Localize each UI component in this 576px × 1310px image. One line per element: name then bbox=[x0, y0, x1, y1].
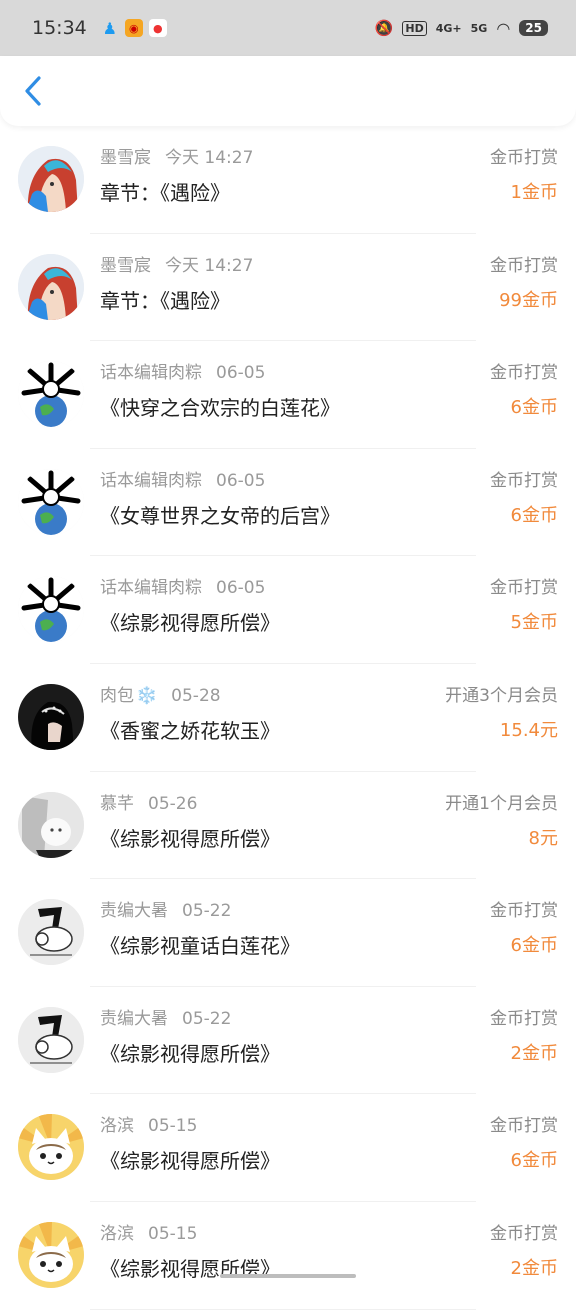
user-name: 责编大暑 bbox=[100, 901, 168, 922]
signal-4g-icon: 4G+ bbox=[435, 21, 462, 35]
avatar[interactable] bbox=[18, 361, 84, 428]
mute-bell-icon: 🔕 bbox=[374, 19, 394, 37]
snowflake-icon: ❄️ bbox=[136, 685, 158, 706]
list-item[interactable]: 肉包 ❄️ 05-28 《香蜜之娇花软玉》 开通3个月会员 15.4元 bbox=[0, 664, 576, 772]
list-item[interactable]: 话本编辑肉粽 06-05 《综影视得愿所偿》 金币打赏 5金币 bbox=[0, 556, 576, 664]
avatar[interactable] bbox=[18, 1114, 84, 1181]
user-name: 肉包 bbox=[100, 685, 134, 706]
avatar[interactable] bbox=[18, 791, 84, 858]
reward-time: 06-05 bbox=[216, 578, 266, 599]
status-time: 15:34 bbox=[32, 17, 87, 39]
avatar[interactable] bbox=[18, 1006, 84, 1073]
reward-type: 金币打赏 bbox=[490, 470, 558, 491]
reward-amount: 6金币 bbox=[510, 1150, 558, 1172]
reward-type: 金币打赏 bbox=[490, 363, 558, 384]
reward-time: 今天 14:27 bbox=[165, 148, 254, 168]
list-item[interactable]: 责编大暑 05-22 《综影视得愿所偿》 金币打赏 2金币 bbox=[0, 987, 576, 1095]
list-item[interactable]: 话本编辑肉粽 06-05 《女尊世界之女帝的后宫》 金币打赏 6金币 bbox=[0, 449, 576, 557]
reward-type: 开通3个月会员 bbox=[445, 685, 558, 706]
reward-amount: 6金币 bbox=[510, 504, 558, 526]
reward-time: 05-22 bbox=[182, 1008, 232, 1029]
avatar[interactable] bbox=[18, 146, 84, 212]
reward-amount: 2金币 bbox=[510, 1042, 558, 1064]
avatar[interactable] bbox=[18, 683, 84, 750]
reward-amount: 5金币 bbox=[510, 612, 558, 634]
top-bar bbox=[0, 56, 576, 126]
user-name: 墨雪宸 bbox=[100, 148, 151, 168]
list-item[interactable]: 墨雪宸 今天 14:27 章节：《遇险》 金币打赏 99金币 bbox=[0, 234, 576, 342]
user-name: 话本编辑肉粽 bbox=[100, 470, 202, 491]
hd-icon: HD bbox=[402, 20, 427, 36]
reward-amount: 15.4元 bbox=[499, 719, 558, 741]
reward-time: 05-28 bbox=[171, 685, 221, 706]
reward-content: 《女尊世界之女帝的后宫》 bbox=[100, 503, 340, 528]
reward-time: 05-15 bbox=[148, 1223, 198, 1244]
status-bar: 15:34 ♟ ◉ ● 🔕 HD 4G+ 5G ◠ 25 bbox=[0, 0, 576, 56]
reward-type: 金币打赏 bbox=[490, 1008, 558, 1029]
reward-content: 《综影视童话白莲花》 bbox=[100, 934, 300, 959]
chevron-left-icon bbox=[25, 76, 41, 106]
reward-time: 06-05 bbox=[216, 363, 266, 384]
reward-list: 墨雪宸 今天 14:27 章节：《遇险》 金币打赏 1金币 墨雪宸 今天 14:27… bbox=[0, 126, 576, 1310]
reward-time: 05-15 bbox=[148, 1116, 198, 1137]
reward-type: 金币打赏 bbox=[490, 148, 558, 168]
avatar[interactable] bbox=[18, 899, 84, 966]
weibo-icon: ◉ bbox=[124, 19, 143, 37]
user-name: 墨雪宸 bbox=[100, 255, 151, 276]
reward-type: 金币打赏 bbox=[490, 578, 558, 599]
reward-time: 05-26 bbox=[148, 793, 198, 814]
list-item[interactable]: 墨雪宸 今天 14:27 章节：《遇险》 金币打赏 1金币 bbox=[0, 126, 576, 234]
reward-amount: 1金币 bbox=[510, 182, 558, 203]
reward-time: 今天 14:27 bbox=[165, 255, 254, 276]
reward-type: 开通1个月会员 bbox=[445, 793, 558, 814]
back-button[interactable] bbox=[18, 71, 48, 111]
reward-content: 《快穿之合欢宗的白莲花》 bbox=[100, 396, 340, 421]
avatar[interactable] bbox=[18, 576, 84, 643]
reward-content: 《香蜜之娇花软玉》 bbox=[100, 718, 280, 743]
avatar[interactable] bbox=[18, 253, 84, 320]
reward-content: 《综影视得愿所偿》 bbox=[100, 1149, 280, 1174]
list-item[interactable]: 慕芊 05-26 《综影视得愿所偿》 开通1个月会员 8元 bbox=[0, 772, 576, 880]
user-name: 话本编辑肉粽 bbox=[100, 363, 202, 384]
list-item[interactable]: 洛滨 05-15 《综影视得愿所偿》 金币打赏 2金币 bbox=[0, 1202, 576, 1310]
reward-time: 05-22 bbox=[182, 901, 232, 922]
reward-content: 章节：《遇险》 bbox=[100, 181, 230, 205]
avatar[interactable] bbox=[18, 468, 84, 535]
signal-5g-icon: 5G bbox=[470, 21, 488, 35]
user-name: 话本编辑肉粽 bbox=[100, 578, 202, 599]
reward-content: 《综影视得愿所偿》 bbox=[100, 1041, 280, 1066]
reward-content: 章节：《遇险》 bbox=[100, 288, 230, 313]
home-indicator[interactable] bbox=[220, 1274, 356, 1278]
reward-type: 金币打赏 bbox=[490, 255, 558, 276]
list-item[interactable]: 洛滨 05-15 《综影视得愿所偿》 金币打赏 6金币 bbox=[0, 1094, 576, 1202]
reward-amount: 99金币 bbox=[499, 289, 558, 311]
reward-time: 06-05 bbox=[216, 470, 266, 491]
reward-content: 《综影视得愿所偿》 bbox=[100, 826, 280, 851]
battery-icon: 25 bbox=[519, 20, 548, 36]
qq-icon: ♟ bbox=[102, 18, 117, 38]
wifi-icon: ◠ bbox=[496, 18, 511, 38]
user-name: 责编大暑 bbox=[100, 1008, 168, 1029]
reward-amount: 6金币 bbox=[510, 397, 558, 419]
user-name: 慕芊 bbox=[100, 793, 134, 814]
reward-type: 金币打赏 bbox=[490, 1116, 558, 1137]
user-name: 洛滨 bbox=[100, 1223, 134, 1244]
user-name: 洛滨 bbox=[100, 1116, 134, 1137]
avatar[interactable] bbox=[18, 1221, 84, 1288]
list-item[interactable]: 话本编辑肉粽 06-05 《快穿之合欢宗的白莲花》 金币打赏 6金币 bbox=[0, 341, 576, 449]
list-item[interactable]: 责编大暑 05-22 《综影视童话白莲花》 金币打赏 6金币 bbox=[0, 879, 576, 987]
reward-amount: 8元 bbox=[528, 827, 558, 849]
reward-amount: 6金币 bbox=[510, 935, 558, 957]
notification-icons: ♟ ◉ ● bbox=[101, 18, 167, 38]
reward-amount: 2金币 bbox=[510, 1257, 558, 1279]
reward-type: 金币打赏 bbox=[490, 1223, 558, 1244]
status-right: 🔕 HD 4G+ 5G ◠ 25 bbox=[375, 19, 548, 38]
map-pin-icon: ● bbox=[148, 19, 167, 37]
reward-type: 金币打赏 bbox=[490, 901, 558, 922]
reward-content: 《综影视得愿所偿》 bbox=[100, 1256, 280, 1281]
reward-content: 《综影视得愿所偿》 bbox=[100, 611, 280, 636]
